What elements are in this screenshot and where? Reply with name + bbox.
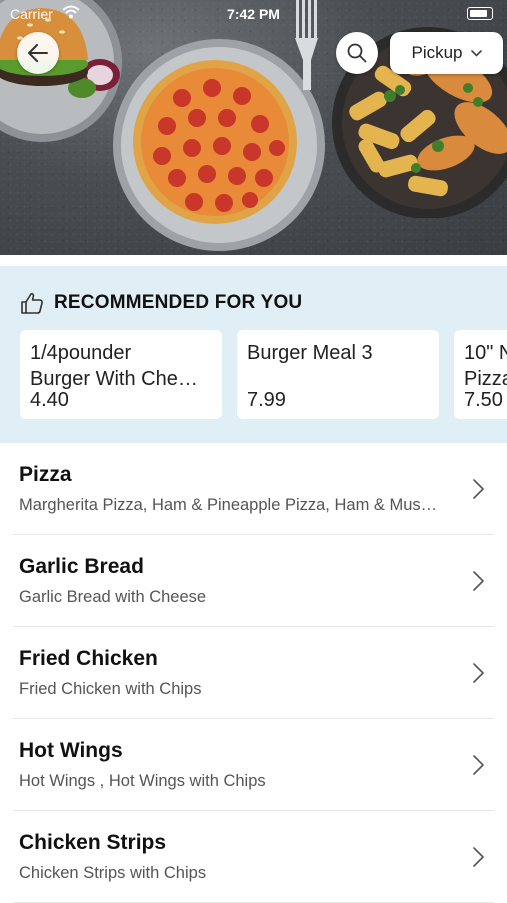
category-row-pizza[interactable]: Pizza Margherita Pizza, Ham & Pineapple … bbox=[13, 443, 494, 535]
category-row-chicken-strips[interactable]: Chicken Strips Chicken Strips with Chips bbox=[13, 811, 494, 903]
chevron-right-icon bbox=[473, 663, 484, 683]
recommended-item-name: 10" N Pizza bbox=[464, 342, 507, 390]
category-name: Garlic Bread bbox=[19, 555, 144, 578]
category-description: Hot Wings , Hot Wings with Chips bbox=[19, 772, 266, 790]
category-description: Chicken Strips with Chips bbox=[19, 864, 207, 882]
category-row-fried-chicken[interactable]: Fried Chicken Fried Chicken with Chips bbox=[13, 627, 494, 719]
category-description: Margherita Pizza, Ham & Pineapple Pizza,… bbox=[19, 496, 438, 514]
order-type-dropdown[interactable]: Pickup bbox=[390, 32, 503, 74]
back-arrow-icon bbox=[28, 44, 48, 62]
chevron-right-icon bbox=[473, 571, 484, 591]
order-type-label: Pickup bbox=[411, 43, 463, 62]
recommended-card[interactable]: Burger Meal 3 7.99 bbox=[237, 330, 439, 419]
search-button[interactable] bbox=[336, 32, 378, 74]
recommended-card[interactable]: 1/4pounder Burger With Che… 4.40 bbox=[20, 330, 222, 419]
chevron-down-icon bbox=[470, 49, 482, 57]
search-icon bbox=[347, 43, 367, 63]
category-description: Garlic Bread with Cheese bbox=[19, 588, 207, 606]
chevron-right-icon bbox=[473, 755, 484, 775]
category-row-hot-wings[interactable]: Hot Wings Hot Wings , Hot Wings with Chi… bbox=[13, 719, 494, 811]
status-time: 7:42 PM bbox=[227, 6, 280, 22]
hero-banner: Carrier 7:42 PM Pickup bbox=[0, 0, 507, 255]
recommended-header: RECOMMENDED FOR YOU bbox=[20, 290, 302, 316]
category-description: Fried Chicken with Chips bbox=[19, 680, 202, 698]
category-name: Chicken Strips bbox=[19, 831, 167, 854]
recommended-item-name: 1/4pounder Burger With Che… bbox=[30, 342, 198, 390]
battery-icon bbox=[467, 7, 493, 20]
back-button[interactable] bbox=[17, 32, 59, 74]
recommended-section: RECOMMENDED FOR YOU 1/4pounder Burger Wi… bbox=[0, 266, 507, 443]
category-name: Hot Wings bbox=[19, 739, 123, 762]
category-row-garlic-bread[interactable]: Garlic Bread Garlic Bread with Cheese bbox=[13, 535, 494, 627]
recommended-item-price: 7.99 bbox=[247, 389, 286, 411]
recommended-item-price: 4.40 bbox=[30, 389, 69, 411]
chevron-right-icon bbox=[473, 479, 484, 499]
thumbs-up-icon bbox=[21, 292, 43, 314]
recommended-item-price: 7.50 bbox=[464, 389, 503, 411]
chevron-right-icon bbox=[473, 847, 484, 867]
status-bar: Carrier 7:42 PM bbox=[0, 0, 507, 28]
category-list: Pizza Margherita Pizza, Ham & Pineapple … bbox=[0, 443, 507, 903]
recommended-item-name: Burger Meal 3 bbox=[247, 342, 373, 364]
recommended-title: RECOMMENDED FOR YOU bbox=[54, 292, 303, 313]
category-name: Fried Chicken bbox=[19, 647, 158, 670]
category-name: Pizza bbox=[19, 463, 72, 486]
recommended-card[interactable]: 10" N Pizza 7.50 bbox=[454, 330, 507, 419]
